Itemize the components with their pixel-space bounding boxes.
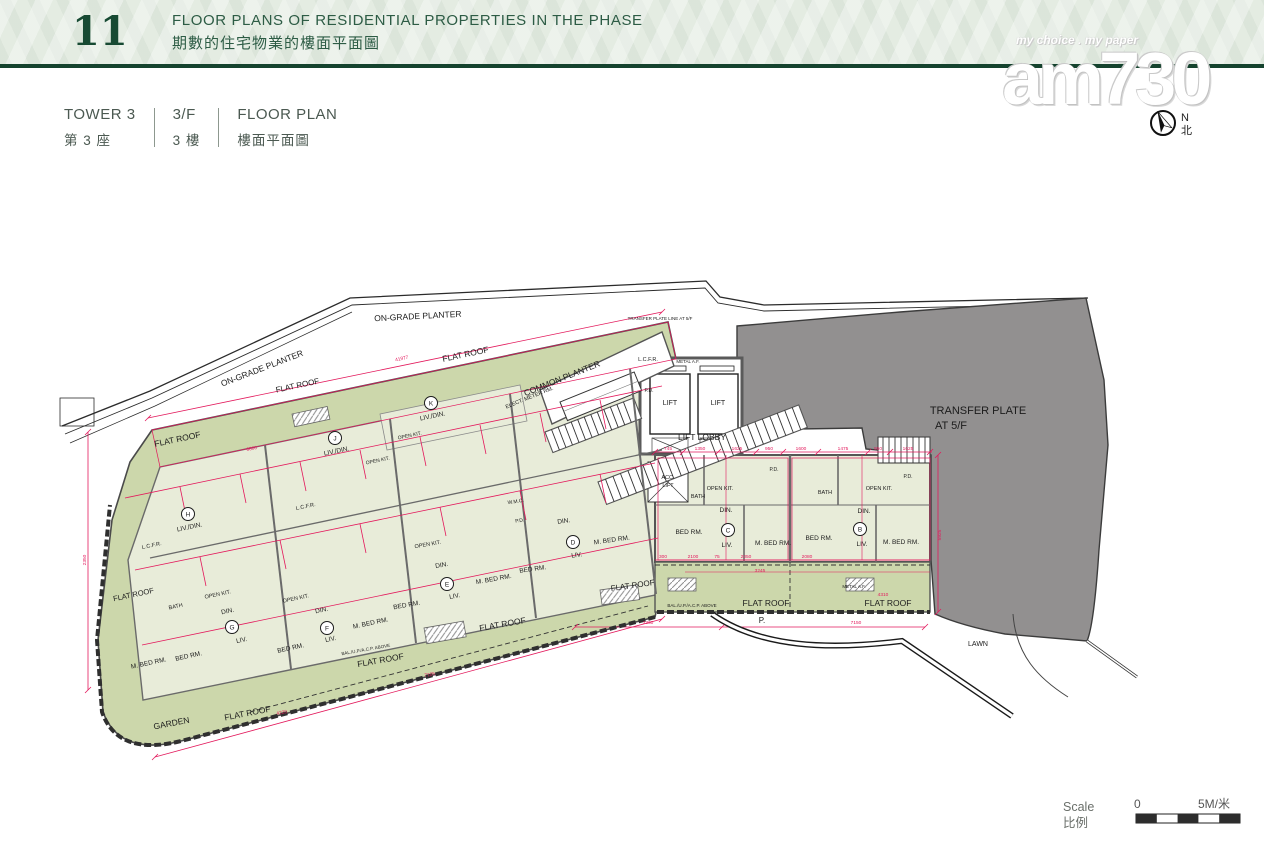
floor-info: 3/F 3 樓 [173,106,219,149]
dim-label: 5925 [937,529,943,540]
scale-label-en: Scale [1063,800,1094,814]
label-bed-rm: BED RM. [805,535,832,542]
info-divider [154,108,155,147]
brochure-page: { "header": { "page_number": "11", "titl… [0,0,1264,860]
label-transfer-plate-line-at-5-f: TRANSFER PLATE LINE AT 5/F [628,316,693,321]
label-flat-roof: FLAT ROOF [275,377,320,395]
dim-label: 3330 [643,620,654,626]
label-flat-roof: FLAT ROOF [865,598,912,608]
label-m-bed-rm: M. BED RM. [883,539,919,546]
unit-letter-k: K [429,400,434,407]
dim-label: 950 [874,446,882,452]
dim-label: 75 [714,554,720,560]
label-p-d: P.D. [644,388,653,394]
label-bal-u-p-a-c-p-above: BAL./U.P./A.C.P. ABOVE [667,603,716,608]
floor-label-en: 3/F [173,106,201,123]
label-flat-roof: FLAT ROOF [743,598,790,608]
dim-label: 2080 [802,554,813,560]
dim-label: 1625 [903,446,914,452]
info-divider [218,108,219,147]
label-lift: LIFT [663,400,678,407]
page-number: 11 [72,8,128,55]
page-title: FLOOR PLANS OF RESIDENTIAL PROPERTIES IN… [172,12,643,53]
floor-label-zh: 3 樓 [173,129,201,149]
page-title-en: FLOOR PLANS OF RESIDENTIAL PROPERTIES IN… [172,12,643,29]
dim-label: 1600 [796,446,807,452]
compass-north-zh-label: 北 [1181,124,1192,137]
dim-label: 41977 [395,355,410,364]
am730-logo-text: am730 [1002,42,1252,116]
label-bath: BATH [691,494,705,500]
label-bed-rm: BED RM. [675,529,702,536]
label-metal-a-f: METAL A.F. [842,584,865,589]
dim-label: 1350 [695,446,706,452]
label-transfer-plate: TRANSFER PLATE [930,405,1026,417]
label-din: DIN. [858,508,871,515]
tower-info: TOWER 3 第 3 座 [64,106,154,149]
dim-label: 7150 [851,620,862,626]
label-m-bed-rm: M. BED RM. [755,540,791,547]
dim-label: 300 [659,554,667,560]
label-liv: LIV. [857,541,868,548]
label-lawn: LAWN [968,641,988,648]
label-p: P. [759,616,766,625]
label-p-d: P.D. [515,517,525,524]
dim-label: 2050 [741,554,752,560]
scale-label-zh: 比例 [1063,816,1088,830]
label-open-kit: OPEN KIT. [707,486,734,492]
label-metal-a-f: METAL A.F. [676,359,699,364]
label-at-5-f: AT 5/F [935,420,967,432]
label-bath: BATH [818,490,832,496]
plan-info: FLOOR PLAN 樓面平面圖 [237,106,355,149]
label-l-c-f-r: L.C.F.R. [638,357,658,363]
label-p-d: P.D. [769,467,778,473]
page-title-zh: 期數的住宅物業的樓面平面圖 [172,32,643,53]
scale-start: 0 [1134,797,1141,811]
plan-label-en: FLOOR PLAN [237,106,337,123]
unit-letter-e: E [445,581,450,588]
label-p-d: P.D. [903,474,912,480]
label-acc: ACC. [661,475,675,481]
unit-letter-d: D [571,539,576,546]
tower-label-zh: 第 3 座 [64,129,136,149]
dim-label: 1475 [838,446,849,452]
label-lift: LIFT [711,400,726,407]
scale-end: 5M/米 [1198,797,1230,811]
label-lift-lobby: LIFT LOBBY [678,432,726,442]
unit-letter-b: B [858,526,862,533]
label-lift: LIFT [662,483,674,489]
unit-letter-g: G [229,624,234,631]
plan-label-zh: 樓面平面圖 [237,129,337,149]
dim-label: 950 [765,446,773,452]
unit-letter-j: J [333,435,336,442]
unit-letter-c: C [726,527,731,534]
label-on-grade-planter: ON-GRADE PLANTER [374,309,462,324]
tower-info-bar: TOWER 3 第 3 座 3/F 3 樓 FLOOR PLAN 樓面平面圖 [64,106,355,149]
dim-label: 2350 [82,554,88,565]
label-din: DIN. [720,507,733,514]
dim-label: 3245 [755,568,766,574]
dim-label: 1625 [732,446,743,452]
unit-letter-h: H [186,511,191,518]
dim-label: 745 [664,446,672,452]
unit-letter-f: F [325,625,329,632]
label-liv: LIV. [722,542,733,549]
label-open-kit: OPEN KIT. [866,486,893,492]
dim-label: 4310 [878,592,889,598]
am730-logo: my choice . my paper am730 [1002,34,1252,116]
dim-label: 2100 [688,554,699,560]
scale-bar [1136,814,1240,823]
tower-label-en: TOWER 3 [64,106,136,123]
